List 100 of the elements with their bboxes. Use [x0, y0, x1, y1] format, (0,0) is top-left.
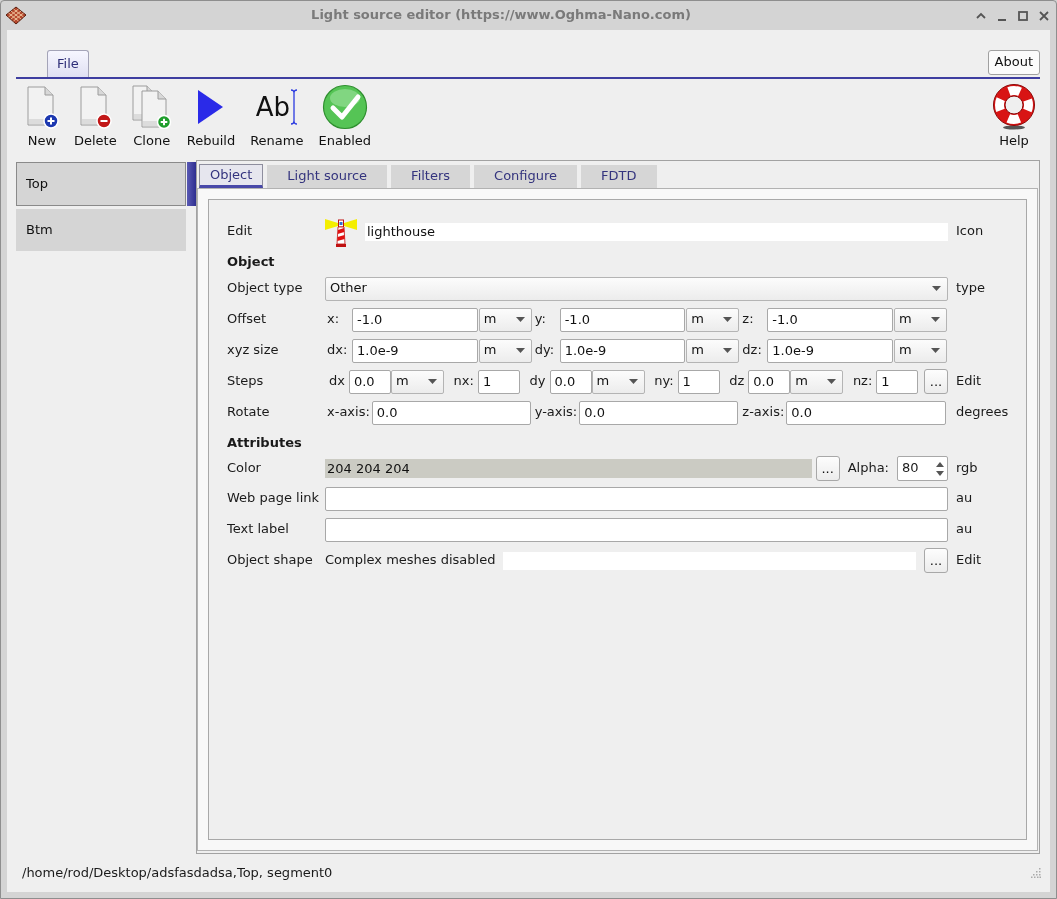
value-field[interactable]: 1 — [677, 369, 720, 394]
documents-plus-icon — [131, 85, 172, 129]
app-icon — [5, 5, 27, 26]
rename-button[interactable]: Ab Rename — [250, 84, 304, 149]
axis-label: dy — [528, 373, 547, 390]
axis-label: ny: — [653, 373, 675, 390]
value-field[interactable]: 0.0 — [579, 400, 739, 425]
unit-dropdown[interactable]: m — [894, 307, 947, 332]
browse-button[interactable]: ... — [924, 548, 948, 573]
axis-label: dz: — [741, 342, 763, 359]
browse-button[interactable]: ... — [923, 369, 948, 394]
value-field[interactable]: 1 — [477, 369, 520, 394]
value-field[interactable]: -1.0 — [767, 307, 893, 332]
field-label: Edit — [227, 223, 254, 240]
axis-label: dx: — [326, 342, 349, 359]
axis-label: x: — [326, 311, 341, 328]
close-icon[interactable] — [1038, 9, 1050, 22]
value-field[interactable]: 0.0 — [748, 369, 791, 394]
color-picker-button[interactable]: ... — [815, 456, 840, 481]
unit-label: rgb — [956, 460, 979, 477]
unit-label: Edit — [956, 373, 983, 390]
sidebar-item[interactable]: Top — [16, 162, 186, 206]
unit-dropdown[interactable]: m — [790, 369, 844, 394]
glyph-text: Ab — [255, 92, 290, 122]
unit-dropdown[interactable]: m — [686, 307, 740, 332]
unit-label: degrees — [956, 404, 1010, 421]
tab[interactable]: FDTD — [581, 165, 657, 188]
document-plus-icon — [25, 85, 59, 129]
unit-dropdown[interactable]: m — [390, 369, 444, 394]
unit-label: au — [956, 490, 974, 507]
value-field[interactable]: -1.0 — [352, 307, 478, 332]
rebuild-button[interactable]: Rebuild — [186, 84, 236, 149]
caret-icon — [723, 348, 733, 353]
value-field[interactable]: 1.0e-9 — [559, 338, 686, 363]
unit-label: type — [956, 280, 987, 297]
caret-icon — [723, 317, 733, 322]
tab[interactable]: Object — [199, 164, 264, 188]
caret-icon — [515, 348, 525, 353]
caret-icon — [515, 317, 525, 322]
unit-dropdown[interactable]: m — [478, 307, 532, 332]
unit-dropdown[interactable]: m — [591, 369, 645, 394]
tab[interactable]: Light source — [267, 165, 388, 188]
lifebuoy-icon — [992, 84, 1036, 130]
unit-dropdown[interactable]: m — [894, 338, 947, 363]
value-field[interactable]: 0.0 — [348, 369, 391, 394]
clone-button[interactable]: Clone — [131, 84, 172, 149]
icon-name-field[interactable]: lighthouse — [365, 222, 948, 241]
help-button[interactable]: Help — [992, 84, 1036, 149]
spin-arrows-icon[interactable] — [936, 460, 944, 477]
unit-label: au — [956, 521, 974, 538]
axis-label: y: — [533, 311, 547, 328]
unit-label: Icon — [956, 223, 985, 240]
check-circle-icon — [321, 84, 368, 130]
alpha-spinbox[interactable]: 80 — [897, 456, 948, 481]
text-cursor-icon — [289, 89, 298, 125]
section-heading: Object — [227, 254, 275, 271]
window-title: Light source editor (https://www.Oghma-Nano.com) — [310, 7, 692, 24]
value-field[interactable]: 0.0 — [786, 400, 946, 425]
value-field[interactable]: 1.0e-9 — [352, 338, 478, 363]
tab[interactable]: Filters — [391, 165, 471, 188]
axis-label: z: — [741, 311, 755, 328]
document-minus-icon — [78, 85, 113, 129]
field-label: xyz size — [227, 342, 280, 359]
unit-dropdown[interactable]: m — [478, 338, 532, 363]
value-field[interactable]: 0.0 — [549, 369, 592, 394]
axis-label: nx: — [452, 373, 475, 390]
size-grip-icon[interactable] — [1031, 868, 1041, 878]
axis-label: y-axis: — [533, 404, 578, 421]
field-label: Object shape — [227, 552, 314, 569]
sidebar-item[interactable]: Btm — [16, 209, 186, 251]
caret-icon — [628, 379, 638, 384]
text-field[interactable] — [325, 486, 948, 511]
field-label: Object type — [227, 280, 304, 297]
enabled-button[interactable]: Enabled — [318, 84, 371, 149]
type-dropdown[interactable]: Other — [325, 276, 948, 301]
tab[interactable]: Configure — [474, 165, 578, 188]
field-label: Offset — [227, 311, 268, 328]
axis-label: dz — [728, 373, 746, 390]
value-field[interactable]: 0.0 — [371, 400, 531, 425]
unit-dropdown[interactable]: m — [686, 338, 740, 363]
shape-note: Complex meshes disabled — [325, 552, 496, 569]
axis-label: dy: — [533, 342, 556, 359]
caret-icon — [827, 379, 837, 384]
maximize-icon[interactable] — [1017, 9, 1029, 22]
value-field[interactable]: 1 — [876, 369, 919, 394]
value-field[interactable]: 1.0e-9 — [767, 338, 893, 363]
selection-bar — [187, 162, 196, 206]
delete-button[interactable]: Delete — [74, 84, 117, 149]
value-field[interactable]: -1.0 — [559, 307, 686, 332]
about-button[interactable]: About — [987, 50, 1040, 75]
play-icon — [197, 89, 225, 125]
axis-label: nz: — [851, 373, 874, 390]
ribbon-tab[interactable]: File — [47, 50, 89, 77]
field-label: Color — [227, 460, 262, 477]
field-label: Web page link — [227, 490, 321, 507]
text-field[interactable] — [325, 517, 948, 542]
field-label: Steps — [227, 373, 265, 390]
caret-icon — [931, 348, 940, 353]
new-button[interactable]: New — [25, 84, 59, 149]
color-field[interactable]: 204 204 204 — [325, 459, 812, 478]
